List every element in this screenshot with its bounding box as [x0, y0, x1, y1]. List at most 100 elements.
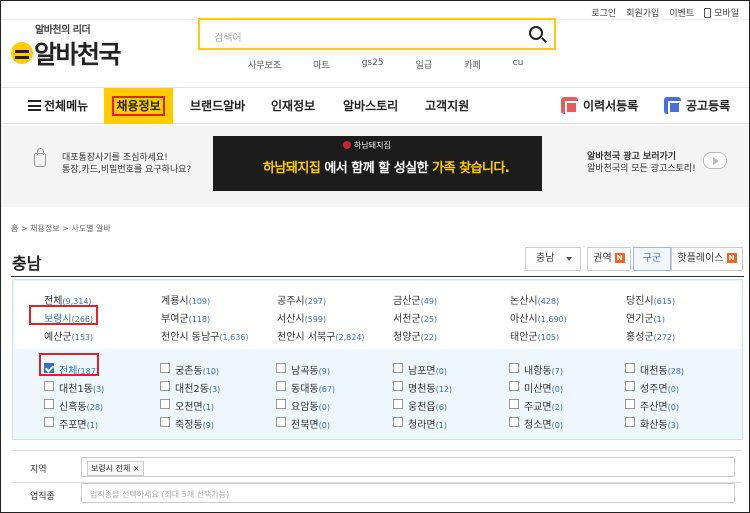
- city-item[interactable]: 청양군(22): [393, 328, 437, 343]
- city-item[interactable]: 논산시(428): [510, 292, 559, 307]
- event-link[interactable]: 이벤트: [669, 6, 694, 19]
- logo[interactable]: 알바천국: [11, 35, 122, 71]
- search-input[interactable]: 검색어: [214, 29, 242, 44]
- dong-count: (3): [208, 385, 221, 394]
- nav-tab-story[interactable]: 알바스토리: [343, 88, 398, 124]
- city-item[interactable]: 당진시(615): [626, 292, 675, 307]
- dong-item[interactable]: 죽정동(9): [175, 416, 214, 431]
- job-filter-field[interactable]: 업직종을 선택하세요 (최대 5개 선택가능): [81, 483, 735, 503]
- mobile-link[interactable]: 모바일: [704, 6, 739, 19]
- city-name: 천안시 동남구: [161, 332, 220, 343]
- checkbox[interactable]: [509, 417, 519, 427]
- search-icon[interactable]: [529, 26, 543, 40]
- nav-tab-support[interactable]: 고객지원: [425, 88, 469, 124]
- tab-area[interactable]: 권역 N: [587, 247, 631, 271]
- checkbox[interactable]: [160, 363, 170, 373]
- dong-item[interactable]: 궁촌동(10): [175, 362, 219, 377]
- keyword-link[interactable]: 일급: [416, 58, 433, 71]
- checkbox[interactable]: [276, 417, 286, 427]
- dong-item[interactable]: 대천동(28): [640, 362, 684, 377]
- city-item[interactable]: 서산시(599): [277, 310, 326, 325]
- region-filter-field[interactable]: 보령시 전체 ×: [81, 457, 735, 477]
- checkbox[interactable]: [625, 399, 635, 409]
- dong-item[interactable]: 남곡동(9): [291, 362, 330, 377]
- city-item[interactable]: 아산시(1,690): [510, 310, 567, 325]
- nav-tab-brand[interactable]: 브랜드알바: [190, 88, 245, 124]
- login-link[interactable]: 로그인: [591, 6, 616, 19]
- city-item[interactable]: 태안군(105): [510, 328, 559, 343]
- dong-name: 신흑동: [59, 402, 87, 413]
- checkbox[interactable]: [393, 399, 403, 409]
- dong-item[interactable]: 대천1동(3): [59, 380, 104, 395]
- dong-item[interactable]: 명천동(12): [408, 380, 452, 395]
- tab-hotplace[interactable]: 핫플레이스 N: [671, 247, 743, 271]
- dong-item[interactable]: 오천면(1): [175, 398, 214, 413]
- dong-item[interactable]: 신흑동(28): [59, 398, 103, 413]
- keyword-link[interactable]: 마트: [313, 58, 330, 71]
- dong-item[interactable]: 화산동(3): [640, 416, 679, 431]
- city-item[interactable]: 예산군(153): [44, 328, 93, 343]
- ad-banner[interactable]: 하남돼지집 하남돼지집 에서 함께 할 성실한 가족 찾습니다.: [213, 136, 542, 191]
- nav-tab-talent[interactable]: 인재정보: [271, 88, 315, 124]
- keyword-link[interactable]: gs25: [362, 58, 384, 71]
- dong-item[interactable]: 청라면(1): [408, 416, 447, 431]
- checkbox[interactable]: [393, 381, 403, 391]
- keyword-link[interactable]: 카페: [464, 58, 481, 71]
- dong-item[interactable]: 내항동(7): [524, 362, 563, 377]
- resume-register-button[interactable]: 이력서등록: [561, 88, 638, 124]
- checkbox[interactable]: [44, 399, 54, 409]
- play-icon[interactable]: [703, 152, 727, 169]
- city-item[interactable]: 금산군(49): [393, 292, 437, 307]
- tab-district[interactable]: 구군: [633, 247, 671, 271]
- dong-item[interactable]: 동대동(67): [291, 380, 335, 395]
- dong-name: 죽정동: [175, 420, 203, 431]
- checkbox[interactable]: [625, 363, 635, 373]
- checkbox[interactable]: [393, 363, 403, 373]
- checkbox[interactable]: [160, 399, 170, 409]
- dong-item[interactable]: 주포면(1): [59, 416, 98, 431]
- dong-item[interactable]: 요암동(0): [291, 398, 330, 413]
- city-item[interactable]: 홍성군(272): [626, 328, 675, 343]
- checkbox[interactable]: [276, 363, 286, 373]
- dong-item[interactable]: 천북면(0): [291, 416, 330, 431]
- checkbox[interactable]: [625, 381, 635, 391]
- checkbox[interactable]: [276, 399, 286, 409]
- region-chip[interactable]: 보령시 전체 ×: [87, 461, 144, 476]
- checkbox[interactable]: [44, 417, 54, 427]
- checkbox[interactable]: [509, 381, 519, 391]
- checkbox[interactable]: [160, 417, 170, 427]
- city-item[interactable]: 서천군(25): [393, 310, 437, 325]
- checkbox[interactable]: [44, 381, 54, 391]
- city-item[interactable]: 계룡시(109): [161, 292, 210, 307]
- city-item[interactable]: 연기군(1): [626, 310, 665, 325]
- dong-item[interactable]: 주산면(0): [640, 398, 679, 413]
- city-item[interactable]: 천안시 동남구(1,636): [161, 328, 249, 343]
- checkbox[interactable]: [509, 399, 519, 409]
- search-box[interactable]: 검색어: [198, 18, 556, 50]
- city-name: 계룡시: [161, 296, 189, 307]
- checkbox[interactable]: [393, 417, 403, 427]
- signup-link[interactable]: 회원가입: [626, 6, 659, 19]
- dong-item[interactable]: 미산면(0): [524, 380, 563, 395]
- dong-item[interactable]: 주교면(2): [524, 398, 563, 413]
- dong-item[interactable]: 남포면(0): [408, 362, 447, 377]
- checkbox[interactable]: [276, 381, 286, 391]
- job-filter-label: 업직종: [30, 492, 55, 502]
- city-item[interactable]: 공주시(297): [277, 292, 326, 307]
- city-item[interactable]: 천안시 서북구(2,824): [277, 328, 365, 343]
- keyword-link[interactable]: 사무보조: [248, 58, 281, 71]
- dong-item[interactable]: 성주면(0): [640, 380, 679, 395]
- checkbox[interactable]: [509, 363, 519, 373]
- checkbox[interactable]: [160, 381, 170, 391]
- city-item[interactable]: 부여군(118): [161, 310, 210, 325]
- dong-item[interactable]: 웅천읍(6): [408, 398, 447, 413]
- nav-tab-jobs[interactable]: 채용정보: [104, 88, 173, 124]
- dong-item[interactable]: 대천2동(3): [175, 380, 220, 395]
- keyword-link[interactable]: cu: [513, 58, 524, 71]
- post-register-button[interactable]: 공고등록: [664, 88, 730, 124]
- city-name: 천안시 서북구: [277, 332, 336, 343]
- checkbox[interactable]: [625, 417, 635, 427]
- dong-item[interactable]: 청소면(0): [524, 416, 563, 431]
- all-menu-button[interactable]: 전체메뉴: [28, 88, 88, 124]
- region-select[interactable]: 충남: [525, 247, 581, 271]
